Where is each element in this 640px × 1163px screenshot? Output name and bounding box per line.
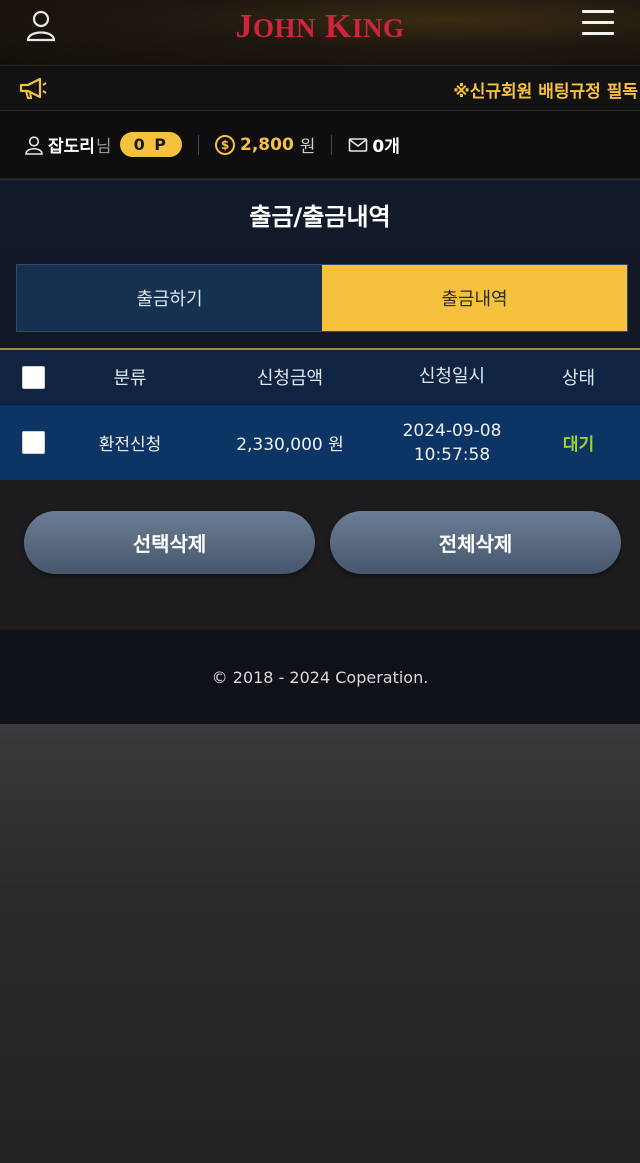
message-count[interactable]: 0개 (372, 132, 399, 157)
row-time: 10:57:58 (413, 444, 491, 465)
row-datetime: 2024-09-08 10:57:58 (387, 419, 517, 467)
hamburger-menu-icon[interactable] (582, 10, 614, 40)
money-unit: 원 (299, 137, 316, 157)
envelope-icon[interactable] (348, 135, 368, 155)
row-date: 2024-09-08 (402, 420, 502, 441)
username: 잡도리 (48, 137, 95, 157)
notice-bar: ※신규회원 배팅규정 필독 (0, 66, 640, 111)
coin-icon: $ (215, 134, 235, 155)
divider (331, 134, 333, 155)
row-select-cell (0, 431, 67, 454)
username-suffix: 님 (95, 137, 112, 157)
tab-withdraw-history[interactable]: 출금내역 (322, 265, 627, 331)
header-amount: 신청금액 (256, 368, 324, 389)
megaphone-icon (18, 76, 48, 102)
header-type: 분류 (113, 368, 147, 389)
top-header: JOHN KING (0, 0, 640, 66)
footer: © 2018 - 2024 Coperation. (0, 630, 640, 724)
copyright-text: © 2018 - 2024 Coperation. (211, 667, 429, 687)
points-badge[interactable]: 0 P (119, 132, 182, 157)
row-status: 대기 (562, 435, 595, 455)
site-logo[interactable]: JOHN KING (0, 8, 640, 46)
delete-selected-button[interactable]: 선택삭제 (24, 511, 315, 574)
select-all-checkbox[interactable] (22, 365, 45, 389)
money-balance: 2,800 (240, 134, 294, 155)
row-type: 환전신청 (98, 435, 162, 455)
header-status: 상태 (561, 368, 596, 389)
table-row: 환전신청 2,330,000 원 2024-09-08 10:57:58 대기 (0, 404, 640, 480)
history-table: 분류 신청금액 신청일시 상태 환전신청 2,330,000 원 2024-09… (0, 348, 640, 480)
tab-bar: 출금하기 출금내역 (16, 264, 628, 332)
header-date: 신청일시 (418, 366, 486, 387)
user-info-bar: 잡도리 님 0 P $ 2,800 원 0개 (0, 111, 640, 179)
row-checkbox[interactable] (22, 431, 45, 454)
tab-withdraw[interactable]: 출금하기 (17, 265, 322, 331)
table-header: 분류 신청금액 신청일시 상태 (0, 350, 640, 404)
divider (198, 134, 199, 155)
delete-all-button[interactable]: 전체삭제 (330, 511, 621, 574)
row-amount: 2,330,000 원 (236, 435, 344, 455)
notice-marquee[interactable]: ※신규회원 배팅규정 필독 (453, 77, 638, 102)
user-outline-icon (24, 135, 44, 155)
tabs-container: 출금하기 출금내역 (0, 249, 640, 348)
page-title: 출금/출금내역 (0, 179, 640, 249)
select-all-cell (0, 365, 67, 389)
action-buttons: 선택삭제 전체삭제 (0, 480, 640, 630)
